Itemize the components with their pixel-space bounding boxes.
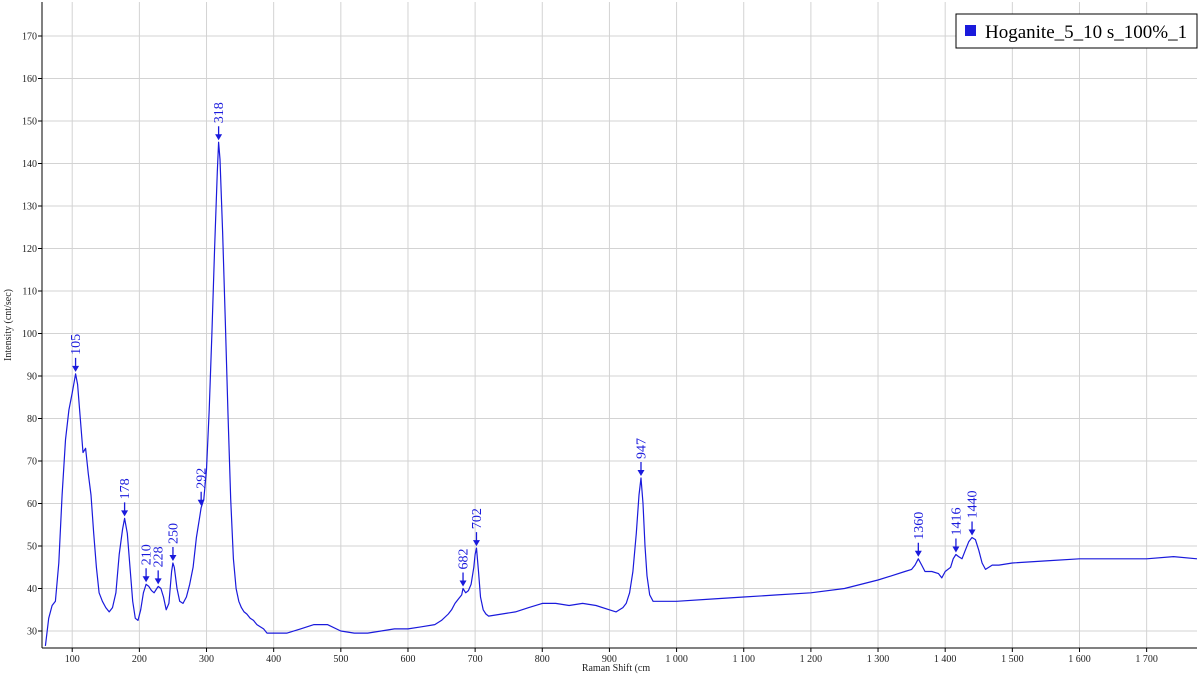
y-tick-label: 150 bbox=[22, 117, 37, 128]
y-tick-label: 80 bbox=[27, 414, 37, 425]
x-tick-label: 800 bbox=[535, 654, 550, 665]
y-axis-title: Intensity (cnt/sec) bbox=[3, 289, 14, 361]
x-tick-label: 600 bbox=[400, 654, 415, 665]
x-tick-label: 1 700 bbox=[1135, 654, 1158, 665]
raman-spectrum-chart: 100 200 300 400 500 600 700 800 900 1 000 1 100 1 2… bbox=[3, 2, 1198, 674]
x-tick-label: 400 bbox=[266, 654, 281, 665]
y-tick-label: 100 bbox=[22, 329, 37, 340]
x-tick-label: 1 000 bbox=[665, 654, 688, 665]
peak-label: 702 bbox=[470, 508, 485, 529]
y-tick-label: 160 bbox=[22, 74, 37, 85]
legend-swatch bbox=[965, 25, 976, 36]
peak-label: 105 bbox=[69, 334, 84, 355]
x-axis-title: Raman Shift (cm bbox=[582, 663, 651, 674]
y-tick-label: 60 bbox=[27, 499, 37, 510]
y-axis-ticks: 30 40 50 60 70 80 90 100 110 120 130 140 150 160 170 bbox=[22, 32, 42, 638]
y-tick-label: 40 bbox=[27, 584, 37, 595]
peak-label: 228 bbox=[152, 546, 167, 567]
peak-label: 1416 bbox=[949, 508, 964, 536]
legend: Hoganite_5_10 s_100%_1 bbox=[955, 13, 1198, 49]
plot-background bbox=[42, 2, 1197, 648]
peak-label: 682 bbox=[457, 549, 472, 570]
x-tick-label: 100 bbox=[65, 654, 80, 665]
y-tick-label: 30 bbox=[27, 627, 37, 638]
peak-label: 292 bbox=[195, 468, 210, 489]
y-tick-label: 170 bbox=[22, 32, 37, 43]
y-tick-label: 140 bbox=[22, 159, 37, 170]
x-tick-label: 1 100 bbox=[732, 654, 755, 665]
peak-label: 178 bbox=[118, 478, 133, 499]
x-tick-label: 1 500 bbox=[1001, 654, 1024, 665]
x-tick-label: 700 bbox=[468, 654, 483, 665]
x-tick-label: 1 200 bbox=[800, 654, 823, 665]
x-tick-label: 1 400 bbox=[934, 654, 957, 665]
x-tick-label: 200 bbox=[132, 654, 147, 665]
x-tick-label: 1 300 bbox=[867, 654, 890, 665]
y-tick-label: 110 bbox=[22, 287, 37, 298]
y-tick-label: 90 bbox=[27, 372, 37, 383]
y-tick-label: 120 bbox=[22, 244, 37, 255]
x-tick-label: 500 bbox=[333, 654, 348, 665]
y-tick-label: 130 bbox=[22, 202, 37, 213]
peak-label: 318 bbox=[212, 102, 227, 123]
peak-label: 947 bbox=[634, 438, 649, 459]
peak-label: 1360 bbox=[912, 512, 927, 540]
x-tick-label: 1 600 bbox=[1068, 654, 1091, 665]
peak-label: 1440 bbox=[966, 491, 981, 519]
x-tick-label: 300 bbox=[199, 654, 214, 665]
peak-label: 250 bbox=[166, 523, 181, 544]
y-tick-label: 50 bbox=[27, 542, 37, 553]
legend-label: Hoganite_5_10 s_100%_1 bbox=[985, 22, 1187, 43]
y-tick-label: 70 bbox=[27, 457, 37, 468]
